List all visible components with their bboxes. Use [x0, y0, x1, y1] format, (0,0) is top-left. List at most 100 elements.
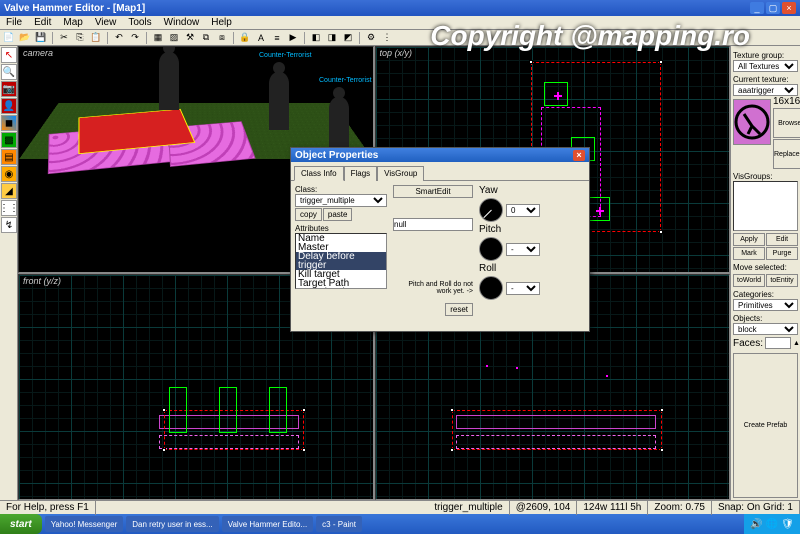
cut-icon[interactable]: ✂	[57, 31, 71, 45]
redo-icon[interactable]: ↷	[128, 31, 142, 45]
player-model-3d: Counter-Terrorist	[269, 72, 289, 130]
attr-value-input[interactable]	[393, 218, 473, 231]
tray-icon[interactable]: 🛡	[781, 519, 794, 530]
undo-icon[interactable]: ↶	[112, 31, 126, 45]
new-file-icon[interactable]: 📄	[2, 31, 16, 45]
copy-icon[interactable]: ⎘	[73, 31, 87, 45]
menu-tools[interactable]: Tools	[122, 16, 157, 29]
replace-button[interactable]: Replace...	[773, 139, 800, 169]
window-maximize-button[interactable]: ▢	[766, 2, 780, 14]
reset-button[interactable]: reset	[445, 303, 473, 316]
purge-button[interactable]: Purge	[766, 247, 798, 260]
taskbar-item[interactable]: Valve Hammer Edito...	[222, 516, 313, 532]
toggle-3d-grid-icon[interactable]: ▨	[167, 31, 181, 45]
dialog-close-button[interactable]: ×	[573, 150, 585, 161]
toolbar-separator	[107, 32, 108, 44]
roll-select[interactable]: -	[506, 282, 540, 295]
paste-icon[interactable]: 📋	[89, 31, 103, 45]
dialog-titlebar[interactable]: Object Properties ×	[291, 148, 589, 162]
tab-class-info[interactable]: Class Info	[294, 166, 344, 181]
menu-edit[interactable]: Edit	[28, 16, 57, 29]
current-texture-select[interactable]: aaatrigger	[733, 84, 798, 96]
entity-marker	[169, 387, 187, 433]
visgroups-list[interactable]	[733, 181, 798, 231]
camera-tool-icon[interactable]: 📷	[1, 81, 17, 97]
class-select[interactable]: trigger_multiple	[295, 194, 387, 207]
categories-select[interactable]: Primitives	[733, 299, 798, 311]
dialog-tabs: Class Info Flags VisGroup	[291, 162, 589, 181]
hide-icon[interactable]: ◧	[309, 31, 323, 45]
yaw-angle-control[interactable]	[479, 198, 503, 222]
attr-item[interactable]: Sound style	[296, 288, 386, 289]
menu-window[interactable]: Window	[158, 16, 206, 29]
window-title: Valve Hammer Editor - [Map1]	[4, 3, 748, 14]
magnify-tool-icon[interactable]: 🔍	[1, 64, 17, 80]
clip-tool-icon[interactable]: ◢	[1, 183, 17, 199]
group-icon[interactable]: ⧉	[199, 31, 213, 45]
toolbar-separator	[359, 32, 360, 44]
tray-icon[interactable]: 🌐	[766, 519, 778, 530]
pitch-select[interactable]: -	[506, 243, 540, 256]
smartedit-button[interactable]: SmartEdit	[393, 185, 473, 198]
objects-select[interactable]: block	[733, 323, 798, 335]
edit-button[interactable]: Edit	[766, 233, 798, 246]
decal-tool-icon[interactable]: ◉	[1, 166, 17, 182]
selection-box[interactable]	[452, 410, 662, 450]
menu-file[interactable]: File	[0, 16, 28, 29]
lambda-icon	[734, 104, 770, 140]
create-prefab-button[interactable]: Create Prefab	[733, 353, 798, 498]
texture-tool-icon[interactable]: ▩	[1, 132, 17, 148]
current-texture-label: Current texture:	[733, 75, 798, 84]
texture-lock-icon[interactable]: 🔒	[238, 31, 252, 45]
copy-button[interactable]: copy	[295, 208, 322, 221]
toentity-button[interactable]: toEntity	[766, 274, 798, 287]
tab-visgroup[interactable]: VisGroup	[377, 166, 424, 181]
menubar: File Edit Map View Tools Window Help	[0, 16, 800, 30]
system-tray[interactable]: 🔊 🌐 🛡	[744, 514, 800, 534]
viewport-label: camera	[21, 48, 55, 58]
window-close-button[interactable]: ×	[782, 2, 796, 14]
toworld-button[interactable]: toWorld	[733, 274, 765, 287]
carve-icon[interactable]: ⚒	[183, 31, 197, 45]
tray-icon[interactable]: 🔊	[750, 519, 762, 530]
run-map-icon[interactable]: ▶	[286, 31, 300, 45]
entity-tool-icon[interactable]: 👤	[1, 98, 17, 114]
pitch-angle-control[interactable]	[479, 237, 503, 261]
taskbar-item[interactable]: Dan retry user in ess...	[126, 516, 218, 532]
align-icon[interactable]: ≡	[270, 31, 284, 45]
start-button[interactable]: start	[0, 514, 42, 534]
selection-tool-icon[interactable]: ↖	[1, 47, 17, 63]
toggle-grid-icon[interactable]: ▦	[151, 31, 165, 45]
paste-button[interactable]: paste	[323, 208, 353, 221]
yaw-select[interactable]: 0	[506, 204, 540, 217]
attr-item-selected[interactable]: Delay before trigger	[296, 252, 386, 270]
open-file-icon[interactable]: 📂	[18, 31, 32, 45]
menu-view[interactable]: View	[89, 16, 123, 29]
path-tool-icon[interactable]: ↯	[1, 217, 17, 233]
compile-icon[interactable]: ⚙	[364, 31, 378, 45]
browse-button[interactable]: Browse	[773, 108, 800, 138]
taskbar-item[interactable]: Yahoo! Messenger	[45, 516, 124, 532]
texture-group-select[interactable]: All Textures	[733, 60, 798, 72]
apply-button[interactable]: Apply	[733, 233, 765, 246]
options-icon[interactable]: ⋮	[380, 31, 394, 45]
block-tool-icon[interactable]: ◼	[1, 115, 17, 131]
texture-app-icon[interactable]: A	[254, 31, 268, 45]
class-label: Class:	[295, 185, 387, 194]
menu-help[interactable]: Help	[205, 16, 238, 29]
attributes-list[interactable]: Name Master Delay before trigger Kill ta…	[295, 233, 387, 289]
hide-unsel-icon[interactable]: ◨	[325, 31, 339, 45]
tab-flags[interactable]: Flags	[344, 166, 378, 181]
vertex-tool-icon[interactable]: ⋮⋮	[1, 200, 17, 216]
menu-map[interactable]: Map	[57, 16, 88, 29]
apply-texture-tool-icon[interactable]: ▤	[1, 149, 17, 165]
roll-angle-control[interactable]	[479, 276, 503, 300]
window-minimize-button[interactable]: _	[750, 2, 764, 14]
mark-button[interactable]: Mark	[733, 247, 765, 260]
taskbar-item[interactable]: c3 - Paint	[316, 516, 362, 532]
ungroup-icon[interactable]: ⧈	[215, 31, 229, 45]
player-model-3d: Counter-Terrorist	[159, 52, 179, 110]
save-icon[interactable]: 💾	[34, 31, 48, 45]
show-icon[interactable]: ◩	[341, 31, 355, 45]
faces-input[interactable]	[765, 337, 791, 349]
